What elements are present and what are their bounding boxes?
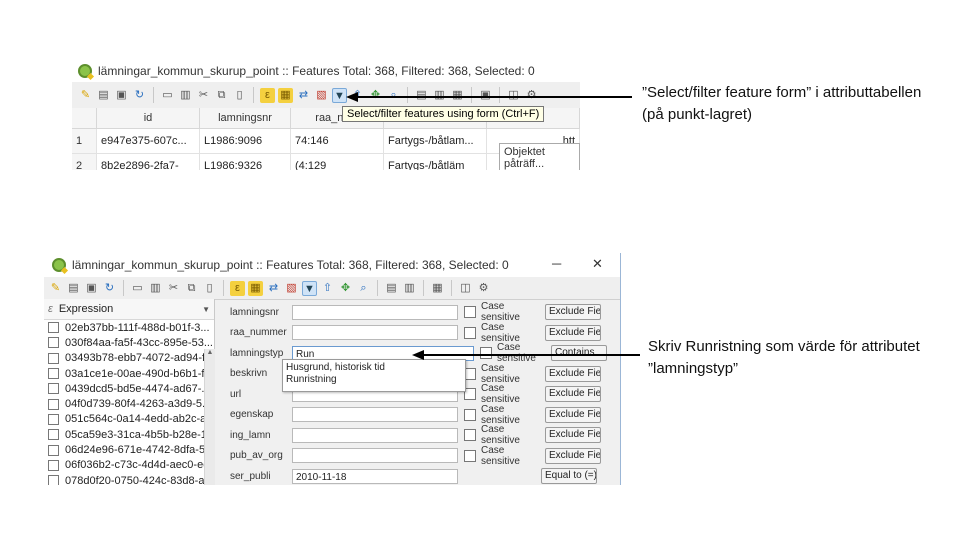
annotation-arrows (346, 92, 640, 360)
arrow-to-lamningstyp-field (412, 350, 640, 360)
arrow-to-filter-icon (346, 92, 632, 102)
